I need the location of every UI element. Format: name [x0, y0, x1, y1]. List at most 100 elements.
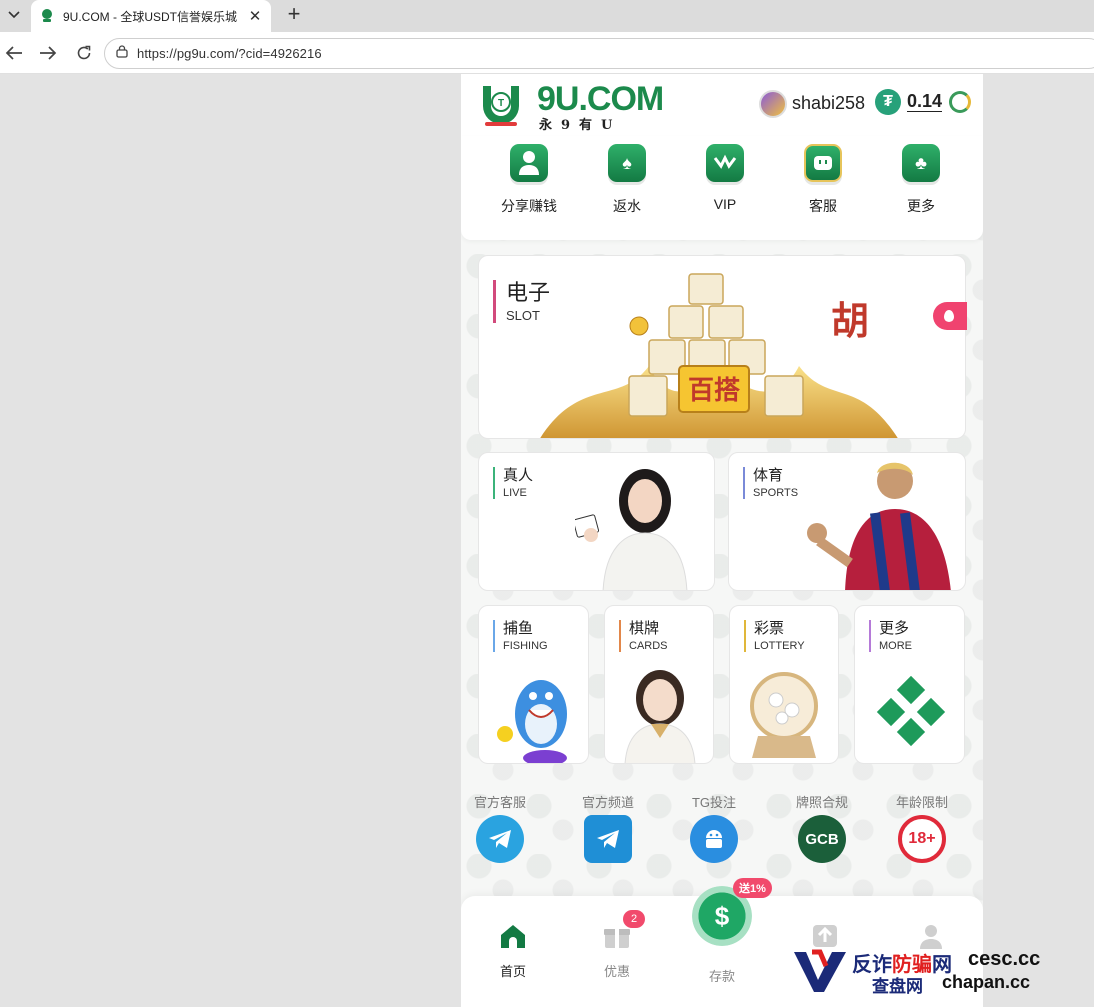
quick-nav: 分享赚钱 ♠ 返水 VIP 客服 ♣ 更多	[461, 136, 983, 240]
watermark-site1: cesc.cc	[968, 948, 1041, 970]
quick-nav-label: 分享赚钱	[501, 198, 557, 214]
footer-link-age-limit[interactable]: 年龄限制 18+	[877, 792, 967, 863]
category-name-en: LIVE	[503, 487, 527, 499]
telegram-channel-icon	[584, 815, 632, 863]
category-name-cn: 更多	[879, 620, 910, 637]
category-name-cn: 捕鱼	[503, 620, 534, 637]
category-title: 体育 SPORTS	[743, 467, 798, 499]
quick-nav-vip[interactable]: VIP	[685, 144, 765, 212]
category-title: 真人 LIVE	[493, 467, 533, 499]
support-chat-icon	[804, 144, 842, 182]
quick-nav-share-earn[interactable]: 分享赚钱	[489, 144, 569, 216]
nav-promotions[interactable]: 优惠	[587, 922, 647, 980]
tab-title: 9U.COM - 全球USDT信誉娱乐城	[63, 9, 238, 24]
rebate-spade-icon: ♠	[608, 144, 646, 182]
category-name-en: MORE	[879, 640, 912, 652]
quick-nav-label: 返水	[613, 198, 641, 214]
category-name-en: CARDS	[629, 640, 668, 652]
quick-nav-label: 客服	[809, 198, 837, 214]
category-card-more[interactable]: 更多 MORE	[854, 605, 965, 764]
nav-deposit[interactable]: 存款	[692, 960, 752, 985]
lottery-machine-artwork	[750, 672, 818, 758]
watermark-logo: 反诈防骗网 查盘网 cesc.cc chapan.cc	[792, 946, 1052, 996]
age-18-plus-icon: 18+	[898, 815, 946, 863]
category-card-slot[interactable]: 电子 SLOT 百搭 胡	[478, 255, 966, 439]
mahjong-tile-text: 百搭	[688, 376, 741, 406]
live-dealer-artwork	[575, 469, 688, 590]
address-bar[interactable]: https://pg9u.com/?cid=4926216	[104, 38, 1094, 69]
category-card-sports[interactable]: 体育 SPORTS	[728, 452, 966, 591]
site-header: T 9U.COM 永9有U shabi258 ₮ 0.14	[461, 74, 983, 136]
user-avatar[interactable]	[759, 90, 787, 118]
footer-link-label: TG投注	[691, 795, 737, 810]
category-title: 彩票 LOTTERY	[744, 620, 805, 652]
category-card-cards[interactable]: 棋牌 CARDS	[604, 605, 714, 764]
share-person-icon	[510, 144, 548, 182]
footer-link-label: 年龄限制	[895, 795, 948, 810]
browser-toolbar: https://pg9u.com/?cid=4926216	[0, 32, 1094, 74]
nav-home[interactable]: 首页	[483, 922, 543, 980]
watermark-cn-line2: 查盘网	[872, 977, 923, 996]
footer-link-license[interactable]: 牌照合规 GCB	[777, 792, 867, 863]
category-title: 捕鱼 FISHING	[493, 620, 548, 652]
shark-mascot-artwork	[497, 680, 567, 763]
footer-link-channel[interactable]: 官方频道	[563, 792, 653, 863]
telegram-icon	[476, 815, 524, 863]
category-name-en: FISHING	[503, 640, 548, 652]
refresh-balance-icon[interactable]	[949, 91, 971, 113]
quick-nav-support[interactable]: 客服	[783, 144, 863, 216]
site-logo[interactable]: T 9U.COM 永9有U	[477, 78, 664, 133]
mobile-page: T 9U.COM 永9有U shabi258 ₮ 0.14 分享赚钱 ♠ 返水	[461, 74, 983, 1007]
site-favicon-icon	[39, 8, 55, 24]
category-name-en: SPORTS	[753, 487, 799, 499]
promo-count-badge: 2	[623, 910, 645, 928]
card-dealer-artwork	[624, 670, 696, 763]
watermark-v-icon	[794, 949, 846, 992]
android-robot-icon	[690, 815, 738, 863]
browser-tab-bar: 9U.COM - 全球USDT信誉娱乐城 ✕ +	[0, 0, 1094, 32]
more-diamond-clover-icon	[876, 676, 946, 747]
browser-tab-active[interactable]: 9U.COM - 全球USDT信誉娱乐城 ✕	[31, 0, 271, 32]
hot-flame-icon[interactable]	[933, 302, 967, 330]
forward-arrow-icon[interactable]	[34, 39, 62, 67]
nav-label: 优惠	[603, 964, 630, 979]
tab-list-chevron-icon[interactable]	[0, 0, 28, 30]
nav-label: 首页	[499, 964, 526, 979]
category-name-cn: 棋牌	[629, 620, 660, 637]
footer-link-tg-betting[interactable]: TG投注	[669, 792, 759, 863]
mahjong-tiles-artwork: 百搭 胡	[540, 273, 898, 438]
new-tab-icon[interactable]: +	[282, 3, 306, 27]
footer-link-label: 官方客服	[473, 795, 526, 810]
wallet-balance[interactable]: 0.14	[907, 91, 943, 112]
logo-mark-icon: T	[483, 86, 519, 126]
category-name-cn: 体育	[753, 467, 784, 484]
category-title: 更多 MORE	[869, 620, 912, 652]
category-card-lottery[interactable]: 彩票 LOTTERY	[729, 605, 839, 764]
home-icon	[501, 925, 525, 948]
logo-slogan: 永9有U	[539, 118, 622, 133]
quick-nav-rebate[interactable]: ♠ 返水	[587, 144, 667, 216]
more-clover-icon: ♣	[902, 144, 940, 182]
category-card-fishing[interactable]: 捕鱼 FISHING	[478, 605, 589, 764]
footballer-artwork	[807, 462, 951, 590]
category-card-live[interactable]: 真人 LIVE	[478, 452, 715, 591]
nav-label: 存款	[708, 969, 735, 984]
category-name-cn: 彩票	[754, 620, 785, 637]
quick-nav-label: 更多	[907, 198, 935, 214]
category-title: 棋牌 CARDS	[619, 620, 668, 652]
quick-nav-label: VIP	[713, 196, 737, 212]
reload-icon[interactable]	[70, 39, 98, 67]
category-name-cn: 真人	[503, 467, 534, 484]
watermark-site2: chapan.cc	[942, 972, 1031, 992]
username-label[interactable]: shabi258	[792, 93, 865, 114]
gcb-license-icon: GCB	[798, 815, 846, 863]
back-arrow-icon[interactable]	[0, 39, 28, 67]
tab-close-icon[interactable]: ✕	[247, 7, 263, 25]
vip-crown-icon	[706, 144, 744, 182]
site-info-icon[interactable]	[115, 44, 129, 63]
footer-link-label: 牌照合规	[795, 795, 848, 810]
mahjong-hu-glyph: 胡	[831, 298, 869, 343]
footer-link-label: 官方频道	[581, 795, 634, 810]
footer-link-support[interactable]: 官方客服	[461, 792, 545, 863]
quick-nav-more[interactable]: ♣ 更多	[881, 144, 961, 216]
